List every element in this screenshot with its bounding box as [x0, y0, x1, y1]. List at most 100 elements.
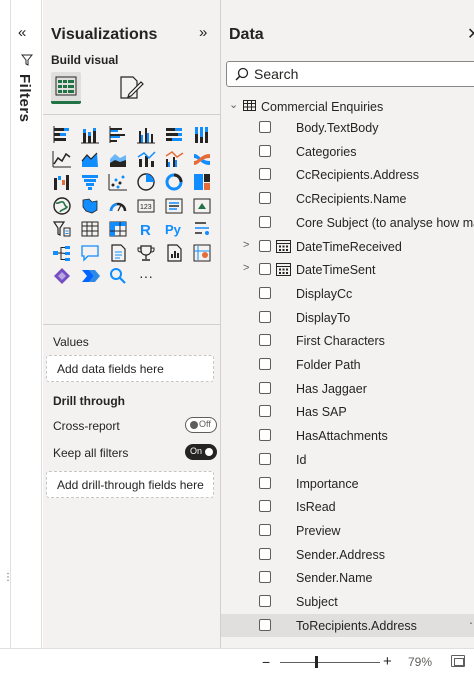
100-stacked-bar-chart-icon[interactable] [163, 124, 185, 146]
field-row[interactable]: DisplayTo [221, 306, 474, 329]
chevron-down-icon[interactable]: ⌄ [229, 98, 238, 111]
more-options-icon[interactable]: ⋯ [469, 616, 474, 630]
field-checkbox[interactable] [259, 358, 271, 370]
field-row[interactable]: CcRecipients.Address [221, 163, 474, 186]
field-checkbox[interactable] [259, 452, 271, 465]
field-checkbox[interactable] [259, 381, 271, 394]
card-icon[interactable]: 123 [135, 195, 157, 217]
field-checkbox[interactable] [259, 405, 271, 418]
field-checkbox[interactable] [259, 547, 271, 560]
field-row[interactable]: HasAttachments [221, 424, 474, 447]
field-row[interactable]: ToRecipients.Address ⋯ [221, 613, 474, 637]
zoom-slider-thumb[interactable] [315, 656, 318, 668]
field-row[interactable]: Has Jaggaer [221, 377, 474, 400]
chevron-right-icon[interactable]: > [243, 239, 249, 251]
field-checkbox[interactable] [259, 571, 271, 584]
multi-row-card-icon[interactable] [163, 195, 185, 217]
chevron-right-icon[interactable]: > [243, 262, 249, 274]
field-row[interactable]: Core Subject (to analyse how man [221, 211, 474, 234]
field-checkbox[interactable] [259, 121, 271, 133]
field-row[interactable]: Has SAP [221, 400, 474, 423]
waterfall-chart-icon[interactable] [51, 171, 73, 193]
field-row[interactable]: CcRecipients.Name [221, 187, 474, 210]
field-row[interactable]: Sender.Address [221, 543, 474, 566]
search-visual-icon[interactable] [107, 265, 129, 287]
field-checkbox[interactable] [259, 286, 271, 299]
zoom-in-button[interactable]: + [383, 653, 392, 670]
field-checkbox[interactable] [259, 310, 271, 323]
field-row[interactable]: Categories [221, 140, 474, 163]
field-checkbox[interactable] [259, 144, 271, 157]
treemap-icon[interactable] [191, 171, 213, 193]
stacked-column-chart-icon[interactable] [79, 124, 101, 146]
table-commercial-enquiries[interactable]: ⌄ Commercial Enquiries [221, 95, 474, 117]
field-row[interactable]: > DateTimeSent [221, 258, 474, 281]
clustered-column-chart-icon[interactable] [135, 124, 157, 146]
field-checkbox[interactable] [259, 500, 271, 513]
map-icon[interactable] [51, 195, 73, 217]
slicer-icon[interactable] [51, 218, 73, 240]
donut-chart-icon[interactable] [163, 171, 185, 193]
field-checkbox[interactable] [259, 263, 271, 276]
qa-icon[interactable] [79, 242, 101, 264]
field-checkbox[interactable] [259, 192, 271, 205]
drill-through-well[interactable]: Add drill-through fields here [46, 471, 214, 498]
field-checkbox[interactable] [259, 523, 271, 536]
search-box[interactable] [226, 61, 474, 87]
field-checkbox[interactable] [259, 168, 271, 181]
build-visual-tab[interactable] [51, 72, 81, 104]
decomposition-tree-icon[interactable] [51, 242, 73, 264]
expand-pane-icon[interactable]: » [199, 24, 207, 41]
fit-to-page-icon[interactable] [451, 655, 465, 667]
field-checkbox[interactable] [259, 618, 271, 631]
field-checkbox[interactable] [259, 239, 271, 252]
line-and-clustered-column-icon[interactable] [163, 148, 185, 170]
values-well[interactable]: Add data fields here [46, 355, 214, 382]
field-checkbox[interactable] [259, 334, 271, 347]
stacked-area-chart-icon[interactable] [107, 148, 129, 170]
scatter-chart-icon[interactable] [107, 171, 129, 193]
more-visuals-icon[interactable]: ··· [135, 265, 157, 287]
format-visual-tab[interactable] [117, 74, 145, 102]
field-row[interactable]: First Characters [221, 329, 474, 352]
zoom-slider-track[interactable] [280, 662, 380, 663]
line-chart-icon[interactable] [51, 148, 73, 170]
funnel-chart-icon[interactable] [79, 171, 101, 193]
zoom-out-button[interactable]: − [262, 654, 270, 670]
stacked-bar-chart-icon[interactable] [51, 124, 73, 146]
close-icon[interactable]: ✕ [467, 24, 474, 44]
azure-map-icon[interactable] [191, 242, 213, 264]
field-checkbox[interactable] [259, 215, 271, 228]
line-and-stacked-column-icon[interactable] [135, 148, 157, 170]
field-row[interactable]: Importance [221, 472, 474, 495]
filters-pane-label[interactable]: Filters [16, 74, 33, 123]
cross-report-toggle[interactable]: Off [185, 417, 217, 433]
field-row[interactable]: Folder Path [221, 353, 474, 376]
pie-chart-icon[interactable] [135, 171, 157, 193]
100-stacked-column-chart-icon[interactable] [191, 124, 213, 146]
ribbon-chart-icon[interactable] [191, 148, 213, 170]
field-row[interactable]: IsRead [221, 495, 474, 518]
search-input[interactable] [254, 65, 474, 83]
field-row[interactable]: Preview [221, 519, 474, 542]
matrix-icon[interactable] [107, 218, 129, 240]
table-icon[interactable] [79, 218, 101, 240]
field-checkbox[interactable] [259, 595, 271, 607]
power-apps-icon[interactable] [51, 265, 73, 287]
field-checkbox[interactable] [259, 476, 271, 489]
key-influencers-icon[interactable] [191, 218, 213, 240]
metrics-icon[interactable] [135, 242, 157, 264]
power-automate-icon[interactable] [79, 265, 101, 287]
python-visual-icon[interactable]: Py [163, 218, 185, 240]
field-row[interactable]: DisplayCc [221, 282, 474, 305]
filled-map-icon[interactable] [79, 195, 101, 217]
r-visual-icon[interactable]: R [135, 218, 157, 240]
field-row[interactable]: Body.TextBody [221, 116, 474, 139]
field-row[interactable]: Subject [221, 590, 474, 613]
field-row[interactable]: > DateTimeReceived [221, 235, 474, 258]
paginated-report-icon[interactable] [163, 242, 185, 264]
zoom-level[interactable]: 79% [408, 655, 432, 669]
collapse-filters-icon[interactable]: « [18, 24, 26, 41]
area-chart-icon[interactable] [79, 148, 101, 170]
field-row[interactable]: Sender.Name [221, 566, 474, 589]
